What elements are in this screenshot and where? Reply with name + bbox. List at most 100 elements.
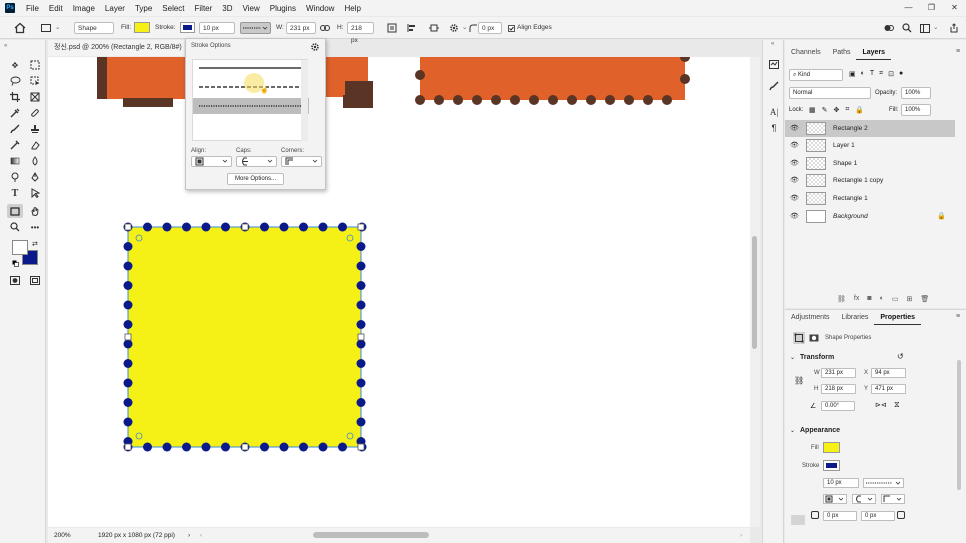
stroke-width-input[interactable]: 10 px <box>199 22 235 34</box>
eraser-tool-icon[interactable] <box>28 138 42 152</box>
filter-shape-icon[interactable]: ⌗ <box>879 70 883 80</box>
history-brush-tool-icon[interactable] <box>8 138 22 152</box>
layer-row-layer-1[interactable]: 👁 Layer 1 <box>785 137 955 154</box>
path-operations-icon[interactable] <box>386 22 398 34</box>
stroke-corners-dropdown[interactable] <box>281 156 322 167</box>
link-layers-icon[interactable]: ⛓ <box>837 295 846 303</box>
path-arrangement-icon[interactable] <box>428 22 440 34</box>
lock-artboard-icon[interactable]: ⌗ <box>845 106 849 114</box>
path-alignment-icon[interactable] <box>406 22 418 34</box>
align-edges-checkbox[interactable] <box>507 22 515 34</box>
menu-help[interactable]: Help <box>339 4 365 13</box>
new-layer-icon[interactable]: ⊞ <box>906 295 912 303</box>
screen-mode-icon[interactable] <box>28 273 42 287</box>
crop-tool-icon[interactable] <box>8 90 22 104</box>
corner-radius-link-icon[interactable] <box>791 515 805 525</box>
foreground-color-swatch[interactable] <box>12 240 28 255</box>
type-tool-icon[interactable]: T <box>8 186 22 200</box>
layer-row-rectangle-1-copy[interactable]: 👁 Rectangle 1 copy <box>785 172 955 189</box>
stroke-swatch[interactable] <box>180 22 195 33</box>
hand-tool-icon[interactable] <box>28 204 42 218</box>
blend-mode-select[interactable]: Normal <box>789 87 871 99</box>
new-group-icon[interactable]: ▭ <box>892 295 899 303</box>
path-selection-tool-icon[interactable] <box>28 186 42 200</box>
menu-filter[interactable]: Filter <box>190 4 218 13</box>
more-options-button[interactable]: More Options... <box>227 173 284 185</box>
transform-chevron-icon[interactable]: ⌄ <box>790 354 795 361</box>
menu-image[interactable]: Image <box>68 4 100 13</box>
tab-libraries[interactable]: Libraries <box>836 311 875 325</box>
lock-all-icon[interactable]: 🔒 <box>855 106 864 114</box>
appearance-stroke-swatch[interactable] <box>823 460 840 471</box>
layer-row-rectangle-1[interactable]: 👁 Rectangle 1 <box>785 190 955 207</box>
workspace-icon[interactable] <box>919 22 931 34</box>
minimize-button[interactable]: — <box>897 0 920 16</box>
stroke-caps-dropdown[interactable] <box>236 156 277 167</box>
lock-image-icon[interactable]: ✎ <box>822 106 828 114</box>
filter-pixel-icon[interactable]: ▣ <box>849 70 856 80</box>
layers-panel-menu-icon[interactable]: ≡ <box>956 48 960 55</box>
scroll-left-icon[interactable]: ‹ <box>200 528 202 543</box>
menu-window[interactable]: Window <box>301 4 339 13</box>
tab-channels[interactable]: Channels <box>785 46 827 60</box>
link-dimensions-icon[interactable]: ⛓ <box>794 376 804 385</box>
transform-height-input[interactable]: 218 px <box>821 384 856 394</box>
corner-radius-input[interactable]: 0 px <box>478 22 502 34</box>
stroke-options-gear-icon[interactable] <box>310 42 320 52</box>
pen-tool-icon[interactable] <box>28 170 42 184</box>
tab-layers[interactable]: Layers <box>856 46 892 60</box>
gradient-tool-icon[interactable] <box>8 154 22 168</box>
layer-row-background[interactable]: 👁 Background 🔒 <box>785 208 955 225</box>
brush-tool-icon[interactable] <box>8 122 22 136</box>
character-panel-icon[interactable]: A| <box>768 106 780 118</box>
mask-properties-tab-icon[interactable] <box>808 332 820 344</box>
home-icon[interactable] <box>13 21 27 35</box>
appearance-fill-swatch[interactable] <box>823 442 840 453</box>
shape-tool-preset-icon[interactable] <box>40 22 52 34</box>
share-icon[interactable] <box>883 22 895 34</box>
flip-horizontal-icon[interactable]: ⊳⊲ <box>875 401 887 409</box>
appearance-chevron-icon[interactable]: ⌄ <box>790 427 795 434</box>
tab-adjustments[interactable]: Adjustments <box>785 311 836 325</box>
more-tools-icon[interactable]: ••• <box>28 220 42 234</box>
visibility-eye-icon[interactable]: 👁 <box>790 120 799 137</box>
workspace-chevron-icon[interactable]: ⌄ <box>933 22 938 34</box>
object-selection-tool-icon[interactable] <box>28 74 42 88</box>
properties-panel-menu-icon[interactable]: ≡ <box>956 313 960 320</box>
menu-select[interactable]: Select <box>157 4 189 13</box>
document-tab[interactable]: 정신.psd @ 200% (Rectangle 2, RGB/8#) <box>48 40 184 56</box>
visibility-eye-icon[interactable]: 👁 <box>790 190 799 207</box>
stroke-list-scrollbar[interactable] <box>301 60 308 141</box>
properties-scrollbar[interactable] <box>957 360 961 490</box>
new-adjustment-icon[interactable]: ◐ <box>880 295 884 303</box>
layer-row-rectangle-2[interactable]: 👁 Rectangle 2 <box>785 120 955 137</box>
preset-chevron-icon[interactable]: ⌄ <box>55 22 60 34</box>
menu-edit[interactable]: Edit <box>44 4 68 13</box>
transform-x-input[interactable]: 94 px <box>871 368 906 378</box>
default-colors-icon[interactable] <box>12 260 19 267</box>
lasso-tool-icon[interactable] <box>8 74 22 88</box>
corner-radius-input-2[interactable]: 0 px <box>861 511 895 521</box>
visibility-eye-icon[interactable]: 👁 <box>790 155 799 172</box>
reset-transform-icon[interactable]: ↺ <box>897 352 904 361</box>
collapse-dock-icon[interactable]: « <box>771 41 774 47</box>
visibility-eye-icon[interactable]: 👁 <box>790 137 799 154</box>
rotation-angle-input[interactable]: 0.00° <box>821 401 855 411</box>
link-dimensions-icon[interactable] <box>319 22 331 34</box>
spot-healing-tool-icon[interactable] <box>28 106 42 120</box>
appearance-stroke-caps-dropdown[interactable] <box>852 494 876 504</box>
appearance-stroke-corners-dropdown[interactable] <box>881 494 905 504</box>
visibility-eye-icon[interactable]: 👁 <box>790 172 799 189</box>
tab-properties[interactable]: Properties <box>874 311 922 325</box>
tool-mode-select[interactable]: Shape <box>74 22 114 34</box>
appearance-stroke-type-dropdown[interactable] <box>863 478 904 488</box>
menu-file[interactable]: File <box>21 4 44 13</box>
rectangle-tool-icon[interactable] <box>7 204 23 218</box>
layer-style-icon[interactable]: fx <box>854 295 859 303</box>
eyedropper-tool-icon[interactable] <box>8 106 22 120</box>
gear-icon[interactable] <box>448 22 460 34</box>
menu-3d[interactable]: 3D <box>217 4 237 13</box>
quick-mask-icon[interactable] <box>8 273 22 287</box>
width-input[interactable]: 231 px <box>286 22 316 34</box>
stroke-type-dropdown[interactable] <box>240 22 271 34</box>
